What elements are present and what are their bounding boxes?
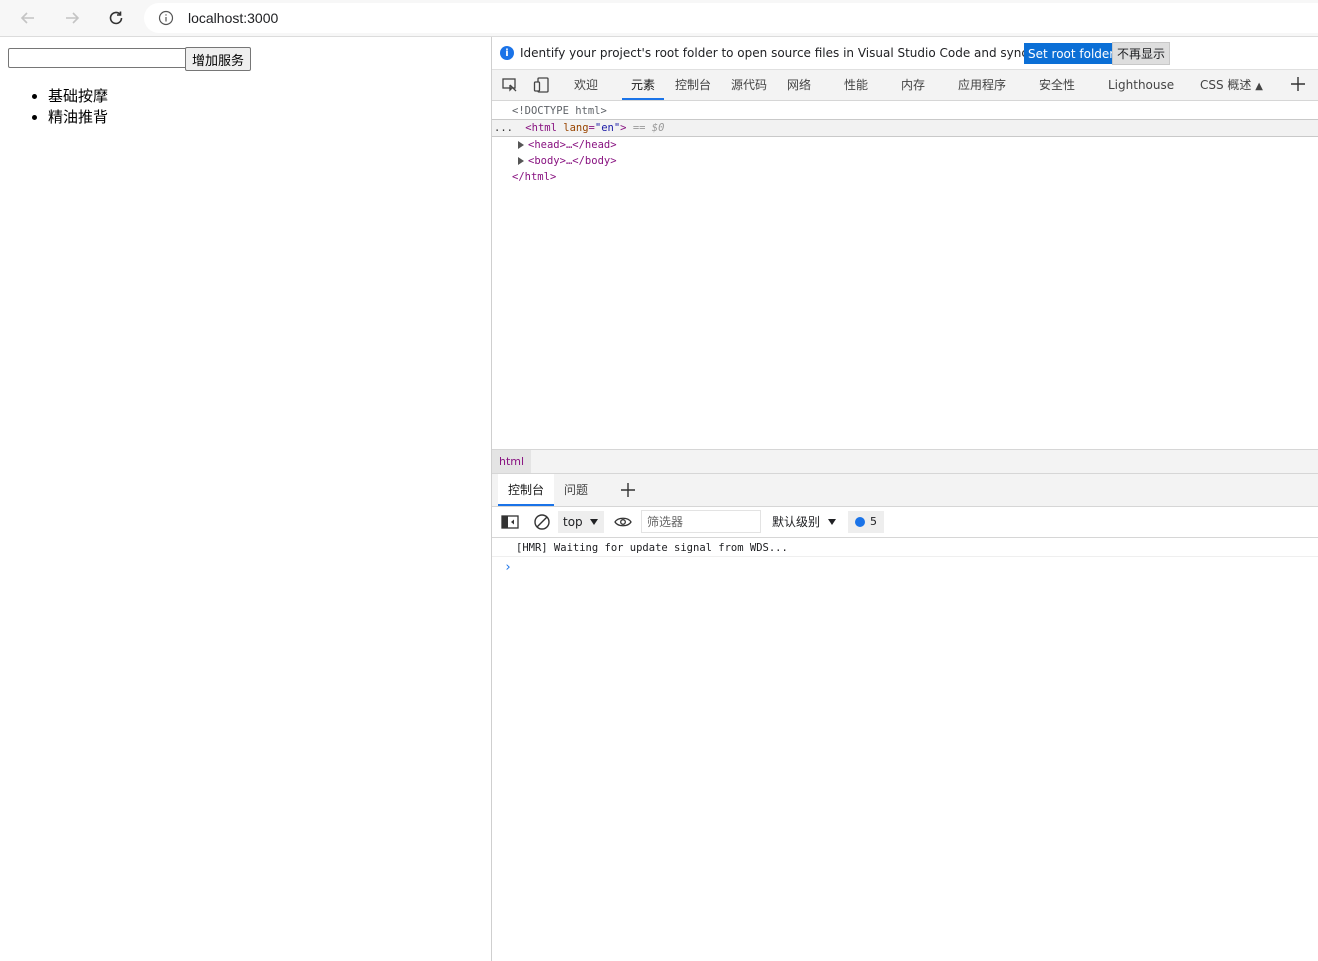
reload-icon	[109, 11, 123, 25]
tab-css-overview-label: CSS 概述	[1200, 78, 1252, 92]
dom-node-head[interactable]: <head>…</head>	[492, 137, 1318, 153]
message-count: 5	[870, 515, 877, 528]
expand-triangle-icon[interactable]	[518, 157, 524, 165]
console-filter-input[interactable]: 筛选器	[641, 510, 761, 533]
page-viewport: 增加服务 基础按摩 精油推背	[0, 37, 492, 961]
set-root-folder-button[interactable]: Set root folder	[1024, 43, 1119, 64]
tab-network[interactable]: 网络	[787, 70, 811, 100]
device-toolbar-icon[interactable]	[533, 76, 551, 94]
dom-node-body[interactable]: <body>…</body>	[492, 153, 1318, 169]
devtools-panel: i Identify your project's root folder to…	[492, 37, 1318, 961]
node-actions-ellipsis[interactable]: ...	[492, 122, 513, 134]
infobar: i Identify your project's root folder to…	[492, 37, 1318, 70]
drawer-tabbar: 控制台 问题	[492, 474, 1318, 507]
log-level-select[interactable]: 默认级别	[772, 511, 838, 533]
head-tag: <head>…</head>	[528, 139, 617, 151]
inspect-element-icon[interactable]	[501, 76, 519, 94]
drawer-tab-issues[interactable]: 问题	[554, 474, 598, 506]
arrow-left-icon	[20, 12, 34, 24]
service-list: 基础按摩 精油推背	[8, 86, 108, 128]
chevron-down-icon	[590, 519, 598, 525]
experiment-flask-icon: ▲	[1255, 81, 1263, 92]
drawer-plus-icon[interactable]	[618, 480, 638, 500]
dom-node-html[interactable]: ... <html lang="en"> == $0	[492, 119, 1318, 137]
expand-triangle-icon[interactable]	[518, 141, 524, 149]
list-item: 精油推背	[48, 107, 108, 128]
doctype-text: <!DOCTYPE html>	[512, 105, 607, 117]
back-button[interactable]	[14, 4, 42, 32]
console-message: [HMR] Waiting for update signal from WDS…	[492, 540, 1318, 557]
messages-count-badge[interactable]: 5	[848, 511, 884, 533]
clear-console-icon[interactable]	[533, 513, 551, 531]
sidebar-toggle-icon[interactable]	[501, 514, 519, 530]
body-tag: <body>…</body>	[528, 155, 617, 167]
more-tools-plus-icon[interactable]	[1288, 74, 1308, 94]
list-item: 基础按摩	[48, 86, 108, 107]
html-close-tag: </html>	[512, 171, 557, 183]
context-select-value: top	[563, 515, 583, 529]
selected-node-marker: == $0	[632, 122, 665, 134]
info-icon: i	[500, 46, 514, 60]
tab-memory[interactable]: 内存	[901, 70, 925, 100]
breadcrumb-html[interactable]: html	[492, 450, 532, 473]
drawer-tab-console[interactable]: 控制台	[498, 474, 555, 506]
log-level-value: 默认级别	[772, 515, 821, 529]
message-bubble-icon	[855, 517, 865, 527]
browser-toolbar: localhost:3000	[0, 0, 1318, 37]
console-toolbar: top 筛选器 默认级别 5	[492, 507, 1318, 538]
eye-icon[interactable]	[613, 514, 633, 530]
html-open-tag: <html lang="en">	[525, 122, 627, 134]
arrow-right-icon	[66, 12, 80, 24]
tab-console[interactable]: 控制台	[675, 70, 711, 100]
forward-button[interactable]	[58, 4, 86, 32]
dom-node-doctype[interactable]: <!DOCTYPE html>	[492, 103, 1318, 119]
infobar-message: Identify your project's root folder to o…	[520, 46, 1087, 60]
address-bar[interactable]: localhost:3000	[144, 3, 1318, 33]
console-prompt[interactable]: ›	[504, 560, 512, 575]
devtools-tabbar: 欢迎 元素 控制台 源代码 网络 性能 内存 应用程序 安全性 Lighthou…	[492, 70, 1318, 101]
url-text: localhost:3000	[188, 10, 279, 26]
tab-lighthouse[interactable]: Lighthouse	[1108, 70, 1174, 100]
tab-css-overview[interactable]: CSS 概述 ▲	[1200, 70, 1263, 100]
tab-welcome[interactable]: 欢迎	[574, 70, 598, 100]
service-input[interactable]	[8, 48, 187, 68]
add-service-button[interactable]: 增加服务	[185, 47, 252, 71]
dont-show-again-button[interactable]: 不再显示	[1112, 42, 1171, 65]
dom-node-html-close[interactable]: </html>	[492, 169, 1318, 185]
context-select[interactable]: top	[558, 511, 604, 533]
info-icon	[158, 10, 174, 26]
chevron-down-icon	[828, 519, 836, 525]
tab-performance[interactable]: 性能	[844, 70, 868, 100]
dom-tree: <!DOCTYPE html> ... <html lang="en"> == …	[492, 101, 1318, 449]
console-output: [HMR] Waiting for update signal from WDS…	[492, 538, 1318, 961]
breadcrumb: html	[492, 449, 1318, 474]
tab-security[interactable]: 安全性	[1039, 70, 1075, 100]
tab-application[interactable]: 应用程序	[958, 70, 1006, 100]
tab-sources[interactable]: 源代码	[731, 70, 767, 100]
tab-elements[interactable]: 元素	[622, 70, 665, 100]
reload-button[interactable]	[102, 4, 130, 32]
